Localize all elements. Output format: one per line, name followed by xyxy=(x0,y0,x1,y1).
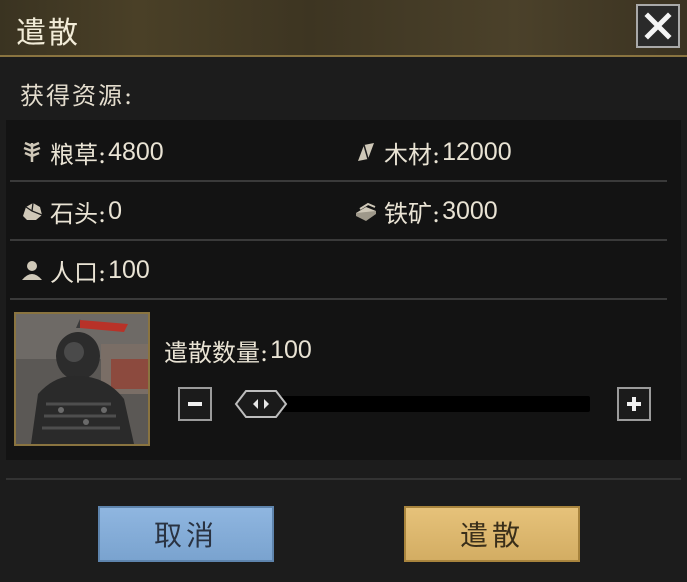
wheat-icon xyxy=(20,140,44,164)
dismiss-amount: 遣散数量: 100 xyxy=(164,333,312,367)
resources-heading: 获得资源: xyxy=(20,82,135,110)
dismiss-slider-track[interactable] xyxy=(268,396,590,412)
footer-divider xyxy=(6,478,681,480)
resource-stone: 石头: 0 xyxy=(20,191,122,231)
resource-population: 人口: 100 xyxy=(20,250,150,290)
cancel-button-label: 取消 xyxy=(153,519,218,552)
resource-label: 木材: xyxy=(384,140,441,169)
resource-label: 粮草: xyxy=(50,140,107,169)
soldier-portrait-image xyxy=(16,314,148,444)
resource-value: 0 xyxy=(108,196,122,225)
resource-wood: 木材: 12000 xyxy=(354,132,512,172)
iron-icon xyxy=(354,199,378,223)
row-divider xyxy=(10,239,667,241)
population-icon xyxy=(20,258,44,282)
resource-value: 4800 xyxy=(108,137,164,166)
resource-label: 石头: xyxy=(50,199,107,228)
dismiss-amount-value: 100 xyxy=(270,335,312,364)
title-bar: 遣散 xyxy=(0,0,687,57)
resource-label: 人口: xyxy=(50,258,107,287)
resource-value: 12000 xyxy=(442,137,512,166)
row-divider xyxy=(10,298,667,300)
slider-handle[interactable] xyxy=(234,389,288,419)
minus-icon xyxy=(188,402,202,406)
decrease-button[interactable] xyxy=(178,387,212,421)
stone-icon xyxy=(20,199,44,223)
resource-value: 100 xyxy=(108,255,150,284)
dismiss-amount-label: 遣散数量: xyxy=(164,338,269,367)
dialog-title: 遣散 xyxy=(16,16,80,51)
unit-portrait xyxy=(14,312,150,446)
wood-icon xyxy=(354,140,378,164)
resource-iron: 铁矿: 3000 xyxy=(354,191,498,231)
cancel-button[interactable]: 取消 xyxy=(98,506,274,562)
close-button[interactable] xyxy=(636,4,680,48)
close-icon xyxy=(644,12,672,40)
resource-value: 3000 xyxy=(442,196,498,225)
resource-label: 铁矿: xyxy=(384,199,441,228)
increase-button[interactable] xyxy=(617,387,651,421)
dismiss-confirm-button[interactable]: 遣散 xyxy=(404,506,580,562)
dismiss-confirm-label: 遣散 xyxy=(459,519,524,552)
plus-icon xyxy=(627,397,641,411)
row-divider xyxy=(10,180,667,182)
resource-food: 粮草: 4800 xyxy=(20,132,164,172)
